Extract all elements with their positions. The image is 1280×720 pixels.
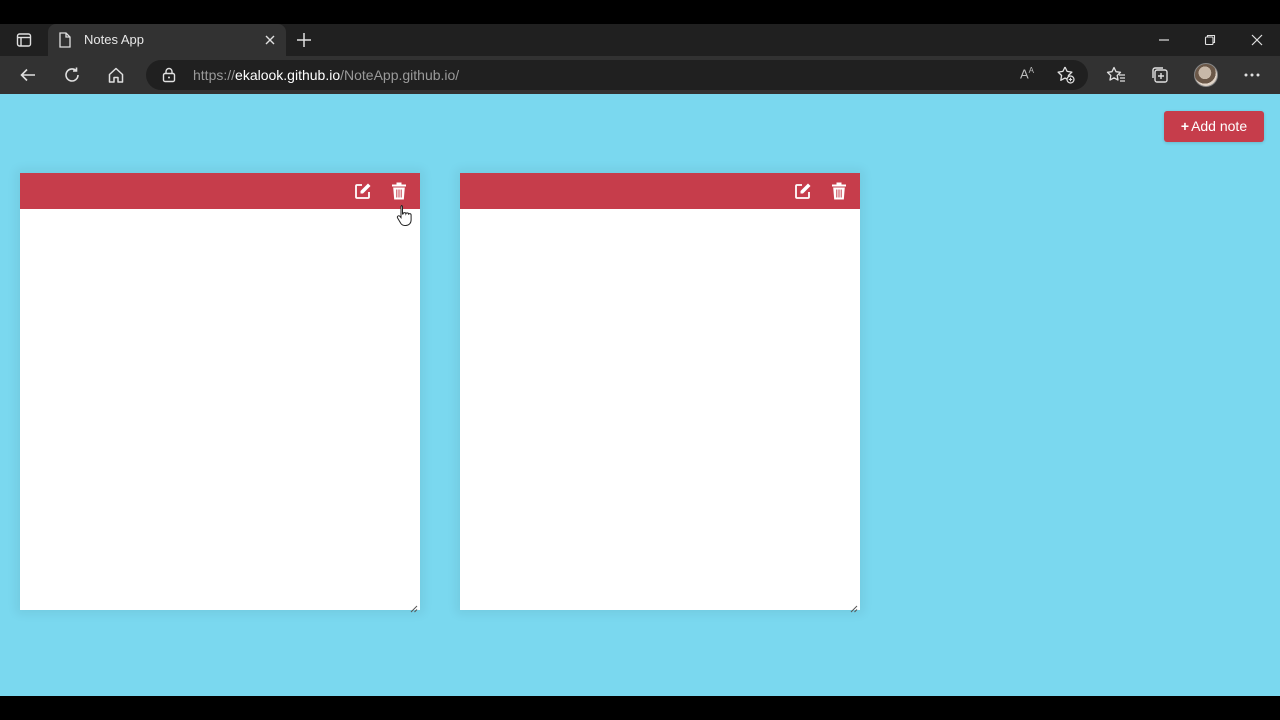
plus-icon[interactable] (292, 28, 316, 52)
tab-actions-icon[interactable] (8, 28, 40, 52)
restore-icon[interactable] (1198, 28, 1222, 52)
lock-icon[interactable] (162, 67, 176, 88)
resize-handle-icon[interactable] (410, 600, 418, 613)
address-bar[interactable]: https://ekalook.github.io/NoteApp.github… (146, 60, 1088, 90)
url-text[interactable]: https://ekalook.github.io/NoteApp.github… (193, 67, 459, 83)
collections-icon[interactable] (1148, 63, 1172, 87)
tab-title: Notes App (84, 32, 144, 47)
add-note-label: Add note (1191, 118, 1248, 134)
hand-pointer-cursor-icon (396, 204, 414, 226)
browser-tab[interactable]: Notes App (48, 24, 286, 56)
url-scheme: https:// (193, 67, 236, 83)
note-header (460, 173, 860, 209)
edit-icon[interactable] (354, 182, 372, 200)
minimize-icon[interactable] (1152, 28, 1176, 52)
trash-icon[interactable] (831, 182, 847, 200)
screen-bottom-bar (0, 696, 1280, 720)
resize-handle-icon[interactable] (850, 600, 858, 613)
page-icon (58, 32, 72, 53)
refresh-icon[interactable] (60, 63, 84, 87)
screen: Notes App https://ekalook.github.io/Note… (0, 0, 1280, 720)
note-textarea[interactable] (460, 209, 860, 610)
read-aloud-icon[interactable]: AA (1020, 66, 1034, 81)
favorites-icon[interactable] (1104, 63, 1128, 87)
browser-titlebar: Notes App (0, 24, 1280, 56)
more-icon[interactable] (1240, 63, 1264, 87)
trash-icon[interactable] (391, 182, 407, 200)
plus-icon: + (1180, 118, 1190, 134)
browser-toolbar: https://ekalook.github.io/NoteApp.github… (0, 56, 1280, 94)
close-window-icon[interactable] (1245, 28, 1269, 52)
avatar[interactable] (1194, 63, 1218, 87)
add-note-button[interactable]: + Add note (1164, 111, 1264, 142)
note-textarea[interactable] (20, 209, 420, 610)
edit-icon[interactable] (794, 182, 812, 200)
add-favorite-icon[interactable] (1056, 65, 1076, 90)
home-icon[interactable] (104, 63, 128, 87)
note-card (460, 173, 860, 613)
back-arrow-icon[interactable] (16, 63, 40, 87)
read-aloud-label: A (1020, 66, 1029, 82)
note-header (20, 173, 420, 209)
notes-app-page: + Add note (0, 94, 1280, 696)
url-host: ekalook.github.io (235, 67, 341, 83)
close-icon[interactable] (262, 32, 278, 48)
note-card (20, 173, 420, 613)
url-path: /NoteApp.github.io/ (340, 67, 460, 83)
